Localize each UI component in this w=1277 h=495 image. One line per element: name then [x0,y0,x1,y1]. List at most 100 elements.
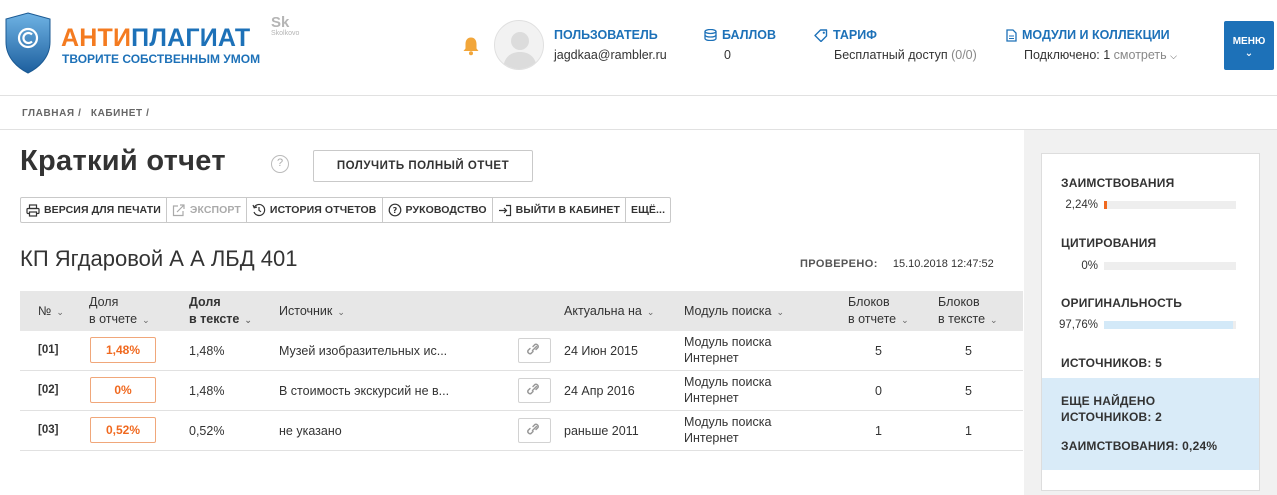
originality-label: ОРИГИНАЛЬНОСТЬ [1061,296,1183,310]
source-name[interactable]: не указано [279,424,342,438]
menu-button[interactable]: МЕНЮ ⌄ [1224,21,1274,70]
logo-title[interactable]: АНТИПЛАГИАТ [61,24,250,53]
borrowings-row: 2,24% [1042,199,1236,211]
coins-icon [704,29,717,41]
originality-value: 97,76% [1058,319,1098,331]
col-blocks-text[interactable]: Блоков в тексте ⌄ [938,294,998,329]
user-block[interactable]: ПОЛЬЗОВАТЕЛЬ jagdkaa@rambler.ru [554,28,667,62]
link-button[interactable] [518,338,551,363]
more-found-line1: ЕЩЕ НАЙДЕНО [1061,394,1156,408]
sources-table-header: № ⌄ Доля в отчете ⌄ Доля в тексте ⌄ Источни… [20,291,1023,331]
chevron-down-icon: ⌄ [337,307,345,317]
borrowings-label: ЗАИМСТВОВАНИЯ [1061,176,1175,190]
link-icon [527,423,539,435]
chevron-down-icon: ⌄ [244,315,252,325]
get-full-report-button[interactable]: ПОЛУЧИТЬ ПОЛНЫЙ ОТЧЕТ [313,150,533,182]
report-toolbar: ВЕРСИЯ ДЛЯ ПЕЧАТИ ЭКСПОРТ ИСТОРИЯ ОТЧЕТО… [20,197,672,223]
col-share-text[interactable]: Доля в тексте ⌄ [189,294,252,329]
sign-in-icon [498,204,511,216]
citations-row: 0% [1042,260,1236,272]
document-title: КП Ягдаровой А А ЛБД 401 [20,246,298,271]
more-found-box[interactable]: ЕЩЕ НАЙДЕНО ИСТОЧНИКОВ: 2 ЗАИМСТВОВАНИЯ:… [1042,378,1259,470]
reports-history-button[interactable]: ИСТОРИЯ ОТЧЕТОВ [247,198,383,222]
col-num[interactable]: № ⌄ [38,303,64,321]
originality-row: 97,76% [1042,319,1236,331]
source-name[interactable]: В стоимость экскурсий не в... [279,384,449,398]
checked-date: ПРОВЕРЕНО: 15.10.2018 12:47:52 [800,258,994,270]
chevron-down-icon: ⌄ [901,315,909,325]
table-row[interactable]: [02] 0% 1,48% В стоимость экскурсий не в… [20,371,1023,411]
actual-date: раньше 2011 [564,424,639,438]
avatar[interactable] [494,20,544,70]
col-actual[interactable]: Актуальна на ⌄ [564,303,654,321]
link-button[interactable] [518,418,551,443]
share-text: 1,48% [189,384,225,398]
breadcrumb-cabinet[interactable]: КАБИНЕТ / [91,108,150,119]
chevron-down-icon: ⌄ [776,307,784,317]
chevron-down-icon: ⌄ [56,307,64,317]
share-text: 1,48% [189,344,225,358]
blocks-text: 5 [965,344,972,358]
export-icon [172,203,185,216]
table-row[interactable]: [03] 0,52% 0,52% не указано раньше 2011 … [20,411,1023,451]
user-label[interactable]: ПОЛЬЗОВАТЕЛЬ [554,28,667,42]
bell-icon[interactable] [462,36,480,56]
blocks-text: 5 [965,384,972,398]
chevron-down-icon: ⌄ [142,315,150,325]
link-icon [527,383,539,395]
search-module: Модуль поиска Интернет [684,375,772,405]
skolkovo-logo: Sk Skolkovo [271,14,300,37]
link-icon [527,343,539,355]
modules-block[interactable]: МОДУЛИ И КОЛЛЕКЦИИ Подключено: 1 смотрет… [1006,28,1177,62]
col-module[interactable]: Модуль поиска ⌄ [684,303,784,321]
modules-link[interactable]: смотреть [1114,48,1167,62]
export-button[interactable]: ЭКСПОРТ [167,198,247,222]
exit-to-cabinet-button[interactable]: ВЫЙТИ В КАБИНЕТ [493,198,627,222]
share-text: 0,52% [189,424,225,438]
actual-date: 24 Июн 2015 [564,344,638,358]
share-report-box[interactable]: 0,52% [90,417,156,443]
chevron-down-icon: ⌄ [1244,48,1254,59]
checked-label: ПРОВЕРЕНО: [800,258,878,270]
user-email: jagdkaa@rambler.ru [554,48,667,62]
actual-date: 24 Апр 2016 [564,384,635,398]
originality-bar [1104,321,1236,329]
link-button[interactable] [518,378,551,403]
history-icon [252,203,266,216]
tariff-block[interactable]: ТАРИФ Бесплатный доступ (0/0) [814,28,977,62]
breadcrumb-home[interactable]: ГЛАВНАЯ / [22,108,81,119]
source-name[interactable]: Музей изобразительных ис... [279,344,447,358]
help-icon[interactable]: ? [271,155,289,173]
more-found-borrowings: ЗАИМСТВОВАНИЯ: 0,24% [1061,439,1218,453]
col-source[interactable]: Источник ⌄ [279,303,345,321]
table-row[interactable]: [01] 1,48% 1,48% Музей изобразительных и… [20,331,1023,371]
points-block[interactable]: БАЛЛОВ 0 [704,28,776,62]
blocks-report: 1 [875,424,882,438]
search-module: Модуль поиска Интернет [684,335,772,365]
originality-bar-fill [1104,321,1234,329]
blocks-report: 0 [875,384,882,398]
modules-label: МОДУЛИ И КОЛЛЕКЦИИ [1022,28,1170,42]
chevron-down-icon[interactable]: ⌵ [1170,51,1177,61]
row-num: [01] [38,344,59,356]
question-circle-icon: ? [388,203,401,217]
guide-button[interactable]: ? РУКОВОДСТВО [383,198,493,222]
row-num: [03] [38,424,59,436]
share-report-box[interactable]: 1,48% [90,337,156,363]
row-num: [02] [38,384,59,396]
borrowings-bar [1104,201,1236,209]
share-report-box[interactable]: 0% [90,377,156,403]
header: АНТИПЛАГИАТ ТВОРИТЕ СОБСТВЕННЫМ УМОМ Sk … [0,0,1277,96]
col-blocks-report[interactable]: Блоков в отчете ⌄ [848,294,909,329]
citations-value: 0% [1081,260,1098,272]
antiplagiat-shield-icon[interactable] [4,12,52,74]
points-value: 0 [724,48,731,62]
checked-value: 15.10.2018 12:47:52 [892,258,994,270]
more-button[interactable]: ЕЩЁ... [626,198,670,222]
col-share-report[interactable]: Доля в отчете ⌄ [89,294,150,329]
tariff-extra: (0/0) [951,48,977,62]
blocks-report: 5 [875,344,882,358]
tariff-label: ТАРИФ [833,28,877,42]
citations-label: ЦИТИРОВАНИЯ [1061,236,1157,250]
print-version-button[interactable]: ВЕРСИЯ ДЛЯ ПЕЧАТИ [21,198,167,222]
